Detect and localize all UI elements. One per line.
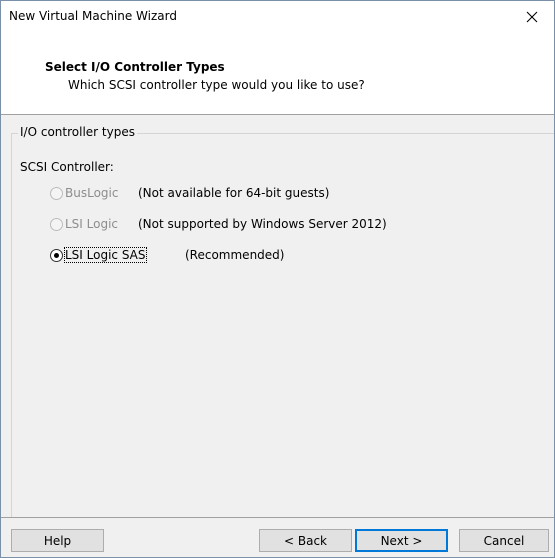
close-button[interactable] <box>510 1 554 32</box>
help-button[interactable]: Help <box>11 529 104 552</box>
radio-label-lsi-logic: LSI Logic <box>65 217 119 231</box>
lsi-logic-note: (Not supported by Windows Server 2012) <box>138 217 387 231</box>
next-button[interactable]: Next > <box>355 529 448 552</box>
radio-button-lsi-logic-sas[interactable] <box>50 248 63 262</box>
radio-buslogic[interactable]: BusLogic <box>50 183 118 203</box>
cancel-button[interactable]: Cancel <box>459 529 549 552</box>
wizard-window: New Virtual Machine Wizard Select I/O Co… <box>0 0 555 558</box>
radio-lsi-logic[interactable]: LSI Logic <box>50 214 118 234</box>
wizard-header: Select I/O Controller Types Which SCSI c… <box>1 32 554 115</box>
scsi-controller-label: SCSI Controller: <box>20 160 114 174</box>
io-controller-types-group: I/O controller types SCSI Controller: Bu… <box>11 125 554 517</box>
radio-button-lsi-logic[interactable] <box>50 217 63 231</box>
group-legend: I/O controller types <box>18 125 137 139</box>
page-title: Select I/O Controller Types <box>45 60 225 74</box>
lsi-logic-sas-note: (Recommended) <box>185 248 285 262</box>
buslogic-note: (Not available for 64-bit guests) <box>138 186 330 200</box>
close-icon <box>526 11 538 22</box>
title-bar: New Virtual Machine Wizard <box>1 1 554 32</box>
footer-divider <box>1 517 554 518</box>
radio-label-buslogic: BusLogic <box>65 186 119 200</box>
radio-lsi-logic-sas[interactable]: LSI Logic SAS <box>50 245 147 265</box>
window-title: New Virtual Machine Wizard <box>9 9 177 23</box>
page-subtitle: Which SCSI controller type would you lik… <box>68 78 365 92</box>
back-button[interactable]: < Back <box>259 529 352 552</box>
radio-button-buslogic[interactable] <box>50 186 63 200</box>
radio-label-lsi-logic-sas: LSI Logic SAS <box>64 247 147 263</box>
